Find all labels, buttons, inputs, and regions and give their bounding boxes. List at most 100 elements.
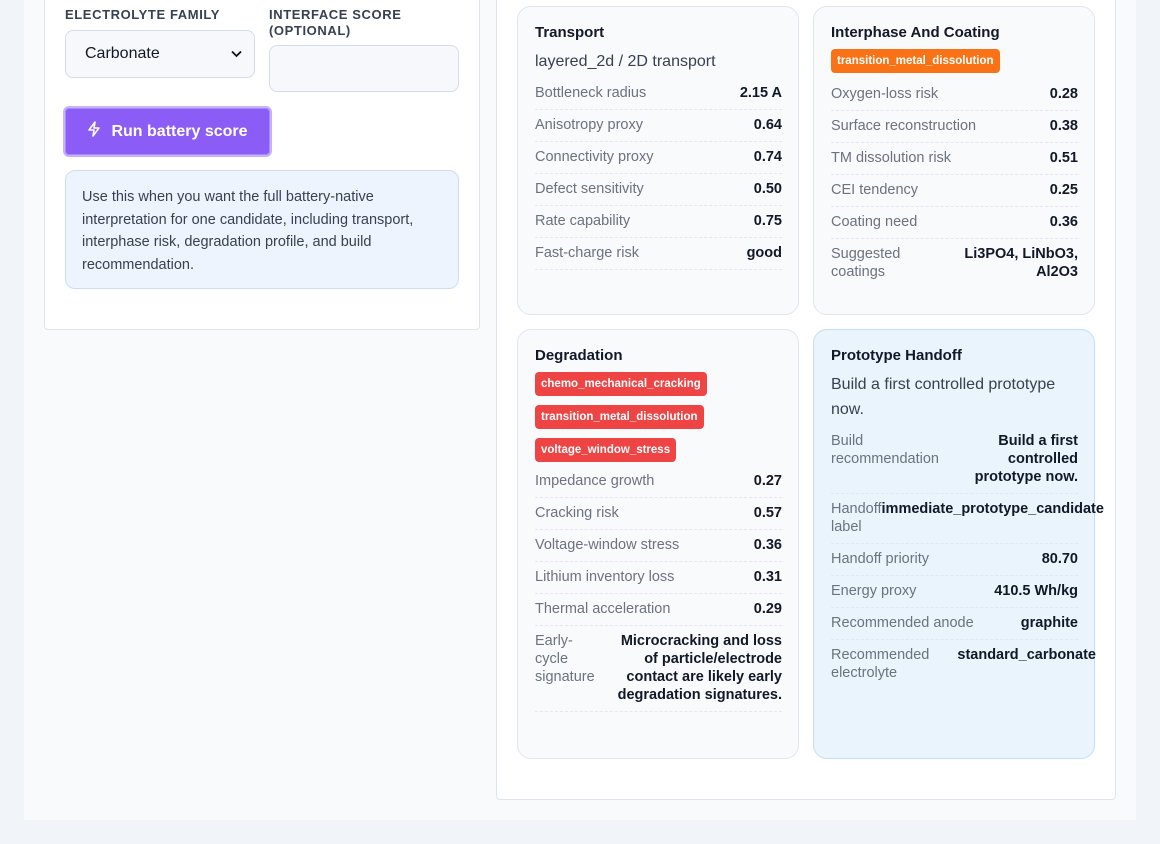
degradation-title: Degradation — [535, 347, 623, 364]
metric-value: 0.38 — [1049, 118, 1078, 134]
interface-score-label-line2: (OPTIONAL) — [269, 23, 351, 38]
transport-metrics: Bottleneck radius 2.15 A Anisotropy proxy… — [535, 78, 782, 270]
interface-score-input[interactable] — [269, 45, 459, 92]
degradation-metrics: Impedance growth 0.27 Cracking risk 0.57 V… — [535, 466, 782, 712]
transport-panel: Transport layered_2d / 2D transport Bott… — [517, 6, 799, 315]
metric-value: 0.31 — [753, 569, 782, 585]
metric-value: Microcracking and loss of particle/elect… — [617, 633, 782, 703]
status-badge: chemo_mechanical_cracking — [535, 372, 707, 396]
degradation-panel: Degradation chemo_mechanical_cracking tr… — [517, 329, 799, 759]
interphase-title: Interphase And Coating — [831, 24, 1000, 41]
metric-row: CEI tendency 0.25 — [831, 175, 1078, 207]
metric-label: Recommended electrolyte — [831, 647, 930, 681]
metric-label: Defect sensitivity — [535, 181, 644, 197]
status-badge: voltage_window_stress — [535, 438, 677, 462]
electrolyte-family-value: Carbonate — [85, 45, 160, 62]
metric-label: Connectivity proxy — [535, 149, 654, 165]
metric-row: Voltage-window stress 0.36 — [535, 530, 782, 562]
metric-row: Surface reconstruction 0.38 — [831, 111, 1078, 143]
metric-label: Energy proxy — [831, 583, 917, 599]
metric-label: Coating need — [831, 214, 918, 230]
metric-row: Cracking risk 0.57 — [535, 498, 782, 530]
metric-row: Handoff label immediate_prototype_candida… — [831, 494, 1104, 544]
handoff-metrics: Build recommendation Build a first contro… — [831, 426, 1104, 689]
metric-label: Recommended anode — [831, 615, 974, 631]
metric-row: Oxygen-loss risk 0.28 — [831, 79, 1078, 111]
metric-label: Thermal acceleration — [535, 601, 671, 617]
metric-value: good — [746, 245, 782, 261]
metric-value: 0.29 — [753, 601, 782, 617]
metric-label: Fast-charge risk — [535, 245, 639, 261]
metric-label: Build recommendation — [831, 433, 939, 467]
metric-value: immediate_prototype_candidate — [881, 501, 1104, 517]
run-battery-score-button[interactable]: Run battery score — [63, 106, 272, 157]
metric-row: Early-cycle signature Microcracking and l… — [535, 626, 782, 712]
metric-value: 0.25 — [1049, 182, 1078, 198]
degradation-tags: chemo_mechanical_cracking transition_met… — [535, 372, 782, 466]
metric-row: Handoff priority 80.70 — [831, 544, 1078, 576]
transport-title: Transport — [535, 24, 605, 41]
metric-value: 80.70 — [1041, 551, 1078, 567]
interface-score-label-line1: INTERFACE SCORE — [269, 7, 402, 22]
metric-row: Bottleneck radius 2.15 A — [535, 78, 782, 110]
transport-subtitle: layered_2d / 2D transport — [535, 53, 716, 70]
metric-value: Build a first controlled prototype now. — [974, 433, 1078, 485]
metric-label: Rate capability — [535, 213, 631, 229]
metric-label: Cracking risk — [535, 505, 619, 521]
run-battery-score-label: Run battery score — [111, 122, 248, 140]
lightning-icon — [87, 121, 101, 142]
metric-label: Early-cycle signature — [535, 633, 595, 685]
metric-label: CEI tendency — [831, 182, 919, 198]
status-badge: transition_metal_dissolution — [831, 49, 1000, 73]
metric-value: standard_carbonate — [957, 647, 1096, 663]
metric-value: 0.75 — [753, 213, 782, 229]
metric-row: TM dissolution risk 0.51 — [831, 143, 1078, 175]
metric-value: Li3PO4, LiNbO3, Al2O3 — [964, 246, 1078, 280]
chevron-down-icon — [231, 47, 242, 61]
metric-label: Lithium inventory loss — [535, 569, 675, 585]
metric-label: Voltage-window stress — [535, 537, 680, 553]
interphase-metrics: Oxygen-loss risk 0.28 Surface reconstruct… — [831, 79, 1078, 288]
metric-row: Recommended anode graphite — [831, 608, 1078, 640]
status-badge: transition_metal_dissolution — [535, 405, 704, 429]
interface-score-label: INTERFACE SCORE (OPTIONAL) — [269, 7, 402, 39]
metric-label: Handoff priority — [831, 551, 930, 567]
metric-row: Suggested coatings Li3PO4, LiNbO3, Al2O3 — [831, 239, 1078, 288]
metric-row: Anisotropy proxy 0.64 — [535, 110, 782, 142]
metric-row: Defect sensitivity 0.50 — [535, 174, 782, 206]
metric-label: Bottleneck radius — [535, 85, 647, 101]
metric-value: 0.50 — [753, 181, 782, 197]
metric-row: Rate capability 0.75 — [535, 206, 782, 238]
handoff-title: Prototype Handoff — [831, 347, 962, 364]
metric-row: Recommended electrolyte standard_carbonat… — [831, 640, 1096, 689]
metric-value: 0.51 — [1049, 150, 1078, 166]
metric-row: Connectivity proxy 0.74 — [535, 142, 782, 174]
metric-value: graphite — [1020, 615, 1078, 631]
metric-row: Thermal acceleration 0.29 — [535, 594, 782, 626]
metric-row: Coating need 0.36 — [831, 207, 1078, 239]
metric-value: 0.27 — [753, 473, 782, 489]
metric-label: Impedance growth — [535, 473, 655, 489]
metric-label: Anisotropy proxy — [535, 117, 643, 133]
metric-value: 2.15 A — [739, 85, 782, 101]
metric-row: Impedance growth 0.27 — [535, 466, 782, 498]
metric-label: Surface reconstruction — [831, 118, 977, 134]
metric-value: 0.28 — [1049, 86, 1078, 102]
interphase-panel: Interphase And Coating transition_metal_… — [813, 6, 1095, 315]
electrolyte-family-select[interactable]: Carbonate — [65, 30, 255, 78]
prototype-handoff-panel: Prototype Handoff Build a first controll… — [813, 329, 1104, 759]
metric-value: 0.36 — [753, 537, 782, 553]
metric-label: TM dissolution risk — [831, 150, 952, 166]
metric-value: 410.5 Wh/kg — [994, 583, 1078, 599]
handoff-subtitle: Build a first controlled prototype now. — [831, 376, 1056, 418]
metric-label: Handoff label — [831, 501, 882, 535]
info-note: Use this when you want the full battery-… — [65, 170, 459, 289]
electrolyte-family-label: ELECTROLYTE FAMILY — [65, 7, 221, 22]
metric-row: Energy proxy 410.5 Wh/kg — [831, 576, 1078, 608]
metric-value: 0.57 — [753, 505, 782, 521]
metric-label: Suggested coatings — [831, 246, 901, 280]
metric-row: Build recommendation Build a first contro… — [831, 426, 1078, 494]
metric-row: Lithium inventory loss 0.31 — [535, 562, 782, 594]
metric-row: Fast-charge risk good — [535, 238, 782, 270]
metric-value: 0.36 — [1049, 214, 1078, 230]
